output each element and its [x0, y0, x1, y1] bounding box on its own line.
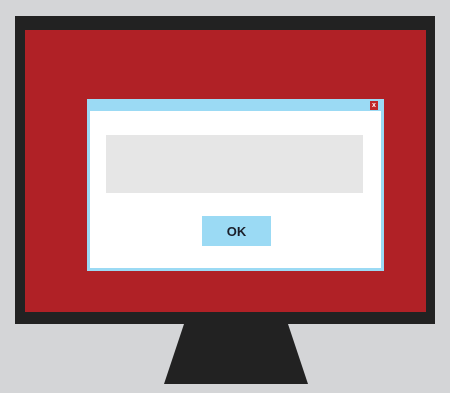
close-icon[interactable]: x: [370, 101, 378, 110]
monitor-stand: [164, 324, 308, 384]
ok-button[interactable]: OK: [202, 216, 271, 246]
monitor-screen: x OK: [25, 30, 426, 312]
dialog-message: [106, 135, 363, 193]
dialog-titlebar: x: [90, 101, 381, 111]
monitor: x OK: [15, 16, 435, 324]
dialog-window: x OK: [87, 99, 384, 271]
